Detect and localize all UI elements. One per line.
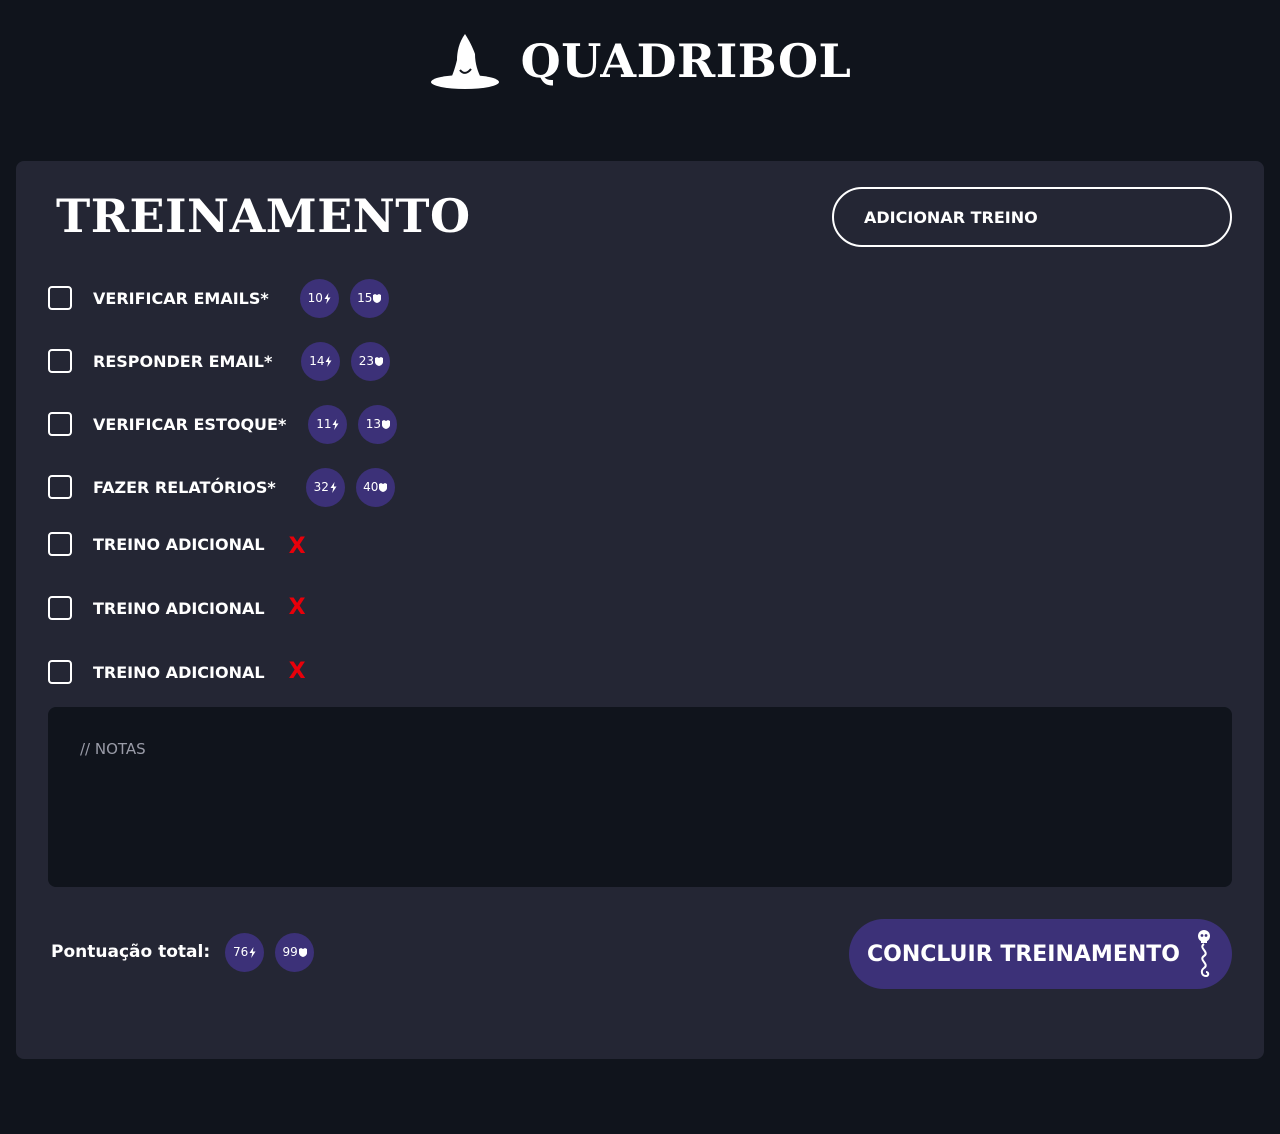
house-badge: 23 xyxy=(351,341,391,381)
task-checkbox[interactable] xyxy=(48,475,72,499)
lightning-bolt-icon xyxy=(330,481,337,493)
house-value: 23 xyxy=(358,354,374,368)
task-badges: 10 15 xyxy=(299,278,389,318)
energy-badge: 76 xyxy=(225,932,265,972)
lightning-bolt-icon xyxy=(325,355,332,367)
task-row: VERIFICAR ESTOQUE* 11 13 xyxy=(48,404,398,444)
house-value: 15 xyxy=(357,291,373,305)
house-value: 40 xyxy=(363,480,379,494)
finish-training-button[interactable]: CONCLUIR TREINAMENTO xyxy=(849,919,1232,989)
total-badges: 76 99 xyxy=(225,932,315,972)
energy-value: 32 xyxy=(313,480,329,494)
app-header: QUADRIBOL xyxy=(0,26,1280,96)
house-crest-icon xyxy=(373,293,382,303)
energy-value: 14 xyxy=(309,354,325,368)
task-label: RESPONDER EMAIL* xyxy=(93,351,273,371)
task-label: TREINO ADICIONAL xyxy=(93,598,265,618)
remove-task-button[interactable]: X xyxy=(289,661,306,683)
brand-title: QUADRIBOL xyxy=(520,34,852,88)
house-badge: 40 xyxy=(355,467,395,507)
task-label: VERIFICAR ESTOQUE* xyxy=(93,414,287,434)
task-checkbox[interactable] xyxy=(48,349,72,373)
task-label: VERIFICAR EMAILS* xyxy=(93,288,269,308)
house-crest-icon xyxy=(379,482,388,492)
house-crest-icon xyxy=(298,947,307,957)
total-score-label: Pontuação total: xyxy=(51,942,211,962)
energy-badge: 32 xyxy=(305,467,345,507)
task-checkbox[interactable] xyxy=(48,532,72,556)
house-badge: 99 xyxy=(275,932,315,972)
task-label: TREINO ADICIONAL xyxy=(93,534,265,554)
notes-textarea[interactable] xyxy=(48,707,1232,887)
task-checkbox[interactable] xyxy=(48,660,72,684)
task-badges: 14 23 xyxy=(301,341,391,381)
task-checkbox[interactable] xyxy=(48,596,72,620)
finish-training-label: CONCLUIR TREINAMENTO xyxy=(867,941,1180,967)
house-badge: 13 xyxy=(358,404,398,444)
energy-value: 10 xyxy=(307,291,323,305)
lightning-bolt-icon xyxy=(249,946,256,958)
remove-task-button[interactable]: X xyxy=(289,597,306,619)
extra-task-row: TREINO ADICIONAL X xyxy=(48,652,306,692)
section-title: TREINAMENTO xyxy=(56,189,471,243)
task-row: FAZER RELATÓRIOS* 32 40 xyxy=(48,467,395,507)
house-crest-icon xyxy=(374,356,383,366)
energy-badge: 11 xyxy=(308,404,348,444)
energy-value: 11 xyxy=(316,417,332,431)
total-house-value: 99 xyxy=(282,945,298,959)
lightning-bolt-icon xyxy=(324,292,331,304)
total-energy-value: 76 xyxy=(232,945,249,959)
energy-badge: 10 xyxy=(299,278,339,318)
witch-hat-icon xyxy=(430,34,499,89)
task-badges: 32 40 xyxy=(305,467,395,507)
task-checkbox[interactable] xyxy=(48,412,72,436)
add-training-button[interactable]: ADICIONAR TREINO xyxy=(832,187,1232,247)
house-crest-icon xyxy=(381,419,390,429)
extra-task-row: TREINO ADICIONAL X xyxy=(48,524,306,564)
dark-mark-skull-snake-icon xyxy=(1197,930,1210,978)
extra-task-row: TREINO ADICIONAL X xyxy=(48,588,306,628)
remove-task-button[interactable]: X xyxy=(289,536,306,558)
task-badges: 11 13 xyxy=(308,404,398,444)
total-score: Pontuação total: 76 99 xyxy=(51,932,315,972)
task-label: FAZER RELATÓRIOS* xyxy=(93,477,276,497)
house-value: 13 xyxy=(365,417,381,431)
training-card: TREINAMENTO ADICIONAR TREINO VERIFICAR E… xyxy=(16,161,1264,1059)
energy-badge: 14 xyxy=(301,341,341,381)
task-checkbox[interactable] xyxy=(48,286,72,310)
task-label: TREINO ADICIONAL xyxy=(93,662,265,682)
task-row: RESPONDER EMAIL* 14 23 xyxy=(48,341,391,381)
house-badge: 15 xyxy=(349,278,389,318)
task-row: VERIFICAR EMAILS* 10 15 xyxy=(48,278,389,318)
lightning-bolt-icon xyxy=(332,418,339,430)
